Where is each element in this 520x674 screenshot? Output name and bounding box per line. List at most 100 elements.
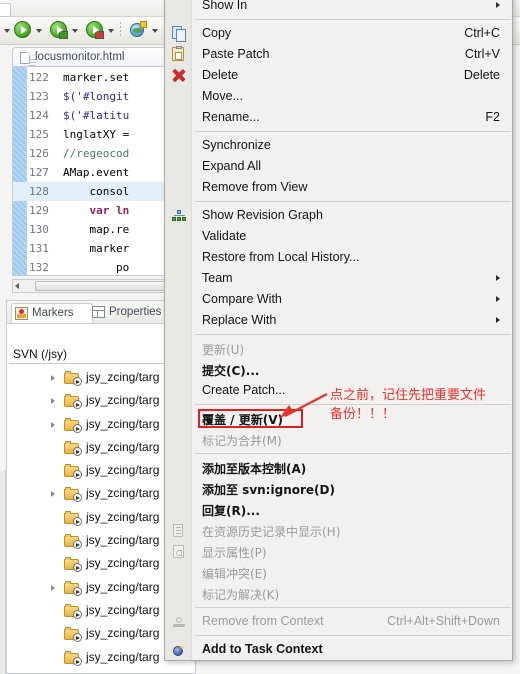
line-text: consol xyxy=(63,185,130,198)
folder-svn-icon xyxy=(64,440,82,456)
menu-item-team[interactable]: Team xyxy=(165,268,512,289)
menu-item-move[interactable]: Move... xyxy=(165,86,512,107)
menu-separator xyxy=(165,198,512,205)
menu-item-compare-with[interactable]: Compare With xyxy=(165,289,512,310)
menu-item-label: Expand All xyxy=(202,159,262,173)
menu-item-restore-from-local-history[interactable]: Restore from Local History... xyxy=(165,247,512,268)
menu-item-label: Remove from Context xyxy=(202,614,324,628)
expand-arrow-icon[interactable] xyxy=(51,584,55,591)
menu-item-synchronize[interactable]: Synchronize xyxy=(165,135,512,156)
debug-icon xyxy=(50,21,68,39)
menu-item-rename[interactable]: Rename... F2 xyxy=(165,107,512,128)
menu-item-label: 添加至版本控制(A) xyxy=(202,462,307,476)
menu-item-add-to-version-control[interactable]: 添加至版本控制(A) xyxy=(165,457,512,478)
task-context-icon xyxy=(170,641,187,658)
new-web-browser-button[interactable] xyxy=(129,21,147,38)
annotation-line-1: 点之前，记住先把重要文件 xyxy=(330,388,487,403)
debug-dropdown-caret[interactable] xyxy=(72,29,78,33)
submenu-arrow-icon xyxy=(496,317,500,323)
submenu-arrow-icon xyxy=(496,296,500,302)
menu-item-show-in[interactable]: Show In xyxy=(165,0,512,16)
menu-item-label: Create Patch... xyxy=(202,383,286,397)
folder-svn-icon xyxy=(64,371,82,386)
properties-icon xyxy=(92,306,105,318)
menu-item-label: Show In xyxy=(202,0,248,12)
editor-tab-locusmonitor[interactable]: locusmonitor.html xyxy=(12,47,168,68)
folder-svn-icon xyxy=(64,464,82,480)
menu-item-remove-from-view[interactable]: Remove from View xyxy=(165,177,512,198)
menu-item-commit[interactable]: 提交(C)... xyxy=(165,359,512,380)
line-number: 123 xyxy=(29,90,49,103)
menu-separator xyxy=(165,331,512,338)
menu-item-label: 标记为解决(K) xyxy=(202,588,280,602)
menu-item-expand-all[interactable]: Expand All xyxy=(165,156,512,177)
tab-markers-label: Markers xyxy=(32,307,74,319)
menu-item-delete[interactable]: Delete Delete xyxy=(165,65,512,86)
copy-icon xyxy=(170,25,187,42)
menu-item-label: Compare With xyxy=(202,292,282,306)
menu-item-revert[interactable]: 回复(R)... xyxy=(165,499,512,520)
scroll-left-arrow-icon[interactable] xyxy=(15,283,19,289)
tree-row-label: jsy_zcing/targ xyxy=(86,416,160,431)
menu-item-accel: Ctrl+Alt+Shift+Down xyxy=(387,614,500,628)
tab-markers[interactable]: Markers xyxy=(11,303,93,323)
expand-arrow-icon[interactable] xyxy=(51,375,55,381)
folder-svn-icon xyxy=(64,510,82,526)
menu-item-edit-conflicts: 编辑冲突(E) xyxy=(165,562,512,583)
expand-arrow-icon[interactable] xyxy=(51,491,55,498)
run-external-button[interactable] xyxy=(86,21,104,39)
debug-button[interactable] xyxy=(50,21,68,39)
run-dropdown-caret[interactable] xyxy=(36,29,42,33)
line-text: po xyxy=(63,261,130,274)
menu-item-label: 编辑冲突(E) xyxy=(202,567,267,581)
folder-svn-icon xyxy=(64,627,82,643)
menu-item-label: Move... xyxy=(202,89,243,103)
run-external-dropdown-caret[interactable] xyxy=(108,29,114,33)
svn-root-label: SVN (/jsy) xyxy=(13,347,67,361)
menu-item-replace-with[interactable]: Replace With xyxy=(165,310,512,331)
line-number: 125 xyxy=(29,128,49,141)
tree-row-label: jsy_zcing/targ xyxy=(86,602,160,617)
menu-item-label: 更新(U) xyxy=(202,343,245,357)
line-number: 130 xyxy=(29,223,49,236)
history-icon xyxy=(170,522,187,539)
folder-svn-icon xyxy=(64,603,82,619)
menu-item-label: Remove from View xyxy=(202,180,308,194)
remove-context-icon xyxy=(170,613,187,630)
browser-dropdown-caret[interactable] xyxy=(152,29,158,33)
menu-item-label: Restore from Local History... xyxy=(202,250,360,264)
context-menu: Show In Copy Ctrl+C Paste Patch Ctrl+V D… xyxy=(164,0,513,661)
menu-item-label: Delete xyxy=(202,68,239,82)
left-edge-scrollbar[interactable] xyxy=(0,470,6,674)
menu-item-label: Replace With xyxy=(202,313,277,327)
menu-item-label: Rename... xyxy=(202,110,260,124)
menu-item-label: 标记为合并(M) xyxy=(202,434,282,448)
menu-item-validate[interactable]: Validate xyxy=(165,226,512,247)
menu-item-show-revision-graph[interactable]: Show Revision Graph xyxy=(165,205,512,226)
line-text: AMap.event xyxy=(63,166,130,179)
menu-item-label: Team xyxy=(202,271,233,285)
expand-arrow-icon[interactable] xyxy=(51,398,55,405)
menu-item-label: 回复(R)... xyxy=(202,504,260,518)
folder-svn-icon xyxy=(64,650,82,666)
menu-item-add-to-svn-ignore[interactable]: 添加至 svn:ignore(D) xyxy=(165,478,512,499)
editor-tab-label: locusmonitor.html xyxy=(35,51,125,63)
menu-item-copy[interactable]: Copy Ctrl+C xyxy=(165,23,512,44)
run-button[interactable] xyxy=(14,21,31,38)
html-file-icon xyxy=(20,52,36,64)
submenu-arrow-icon xyxy=(496,275,500,281)
menu-item-label: Add to Task Context xyxy=(202,642,323,656)
tree-row[interactable]: jsy_zcing/targ xyxy=(7,670,195,674)
expand-arrow-icon[interactable] xyxy=(51,421,55,428)
toolbar-caret-0[interactable] xyxy=(4,29,10,33)
menu-item-add-to-task-context[interactable]: Add to Task Context xyxy=(165,639,512,660)
menu-item-update: 更新(U) xyxy=(165,338,512,359)
tree-row-label: jsy_zcing/targ xyxy=(86,626,160,641)
line-number: 122 xyxy=(29,71,49,84)
menu-item-accel: Ctrl+C xyxy=(464,26,500,40)
globe-icon xyxy=(129,21,147,38)
menu-item-paste-patch[interactable]: Paste Patch Ctrl+V xyxy=(165,44,512,65)
menu-item-label: 显示属性(P) xyxy=(202,546,267,560)
annotation-line-2: 备份！！！ xyxy=(330,407,396,422)
line-number: 127 xyxy=(29,166,49,179)
